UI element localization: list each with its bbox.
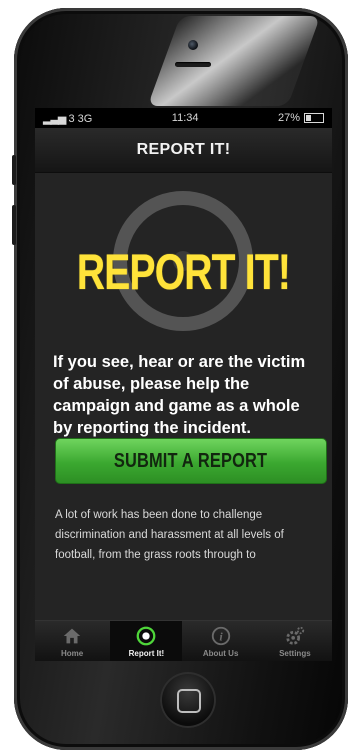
tab-report-it[interactable]: Report It!	[110, 621, 183, 661]
gear-icon	[286, 626, 305, 645]
home-button-icon	[177, 689, 201, 713]
status-time: 11:34	[171, 112, 199, 124]
tab-settings[interactable]: Settings	[259, 621, 331, 661]
submit-report-button[interactable]: SUBMIT A REPORT	[55, 438, 327, 484]
main-content: REPORT IT! If you see, hear or are the v…	[35, 173, 332, 623]
tab-bar: Home Report It! i About Us Settings	[35, 620, 332, 661]
nav-title: REPORT IT!	[136, 141, 231, 158]
volume-up-button	[12, 205, 16, 245]
svg-text:i: i	[219, 629, 223, 643]
tab-home[interactable]: Home	[36, 621, 108, 661]
earpiece-speaker	[175, 62, 211, 67]
signal-carrier: ▂▃▅ 3 3G	[43, 112, 93, 125]
tab-settings-label: Settings	[279, 648, 311, 658]
home-icon	[63, 628, 81, 643]
tab-about-us[interactable]: i About Us	[185, 621, 257, 661]
intro-text: If you see, hear or are the victim of ab…	[53, 353, 306, 437]
battery-indicator: 27%	[278, 112, 324, 124]
screen: ▂▃▅ 3 3G 11:34 27% REPORT IT! REPORT IT!…	[35, 108, 332, 661]
body-text: A lot of work has been done to challenge…	[55, 509, 284, 561]
tab-home-label: Home	[61, 648, 84, 658]
mute-switch	[12, 155, 16, 185]
front-camera	[188, 40, 198, 50]
status-bar: ▂▃▅ 3 3G 11:34 27%	[35, 108, 332, 128]
info-icon: i	[211, 626, 230, 645]
navigation-bar: REPORT IT!	[35, 128, 332, 173]
submit-report-label: SUBMIT A REPORT	[114, 449, 268, 472]
hero-title: REPORT IT!	[76, 244, 291, 300]
phone-glare	[147, 16, 321, 106]
tab-about-us-label: About Us	[202, 648, 239, 658]
hero-banner: REPORT IT!	[35, 173, 332, 363]
target-icon	[136, 626, 156, 645]
battery-icon	[304, 113, 324, 124]
tab-report-it-label: Report It!	[128, 648, 165, 658]
home-button[interactable]	[160, 672, 216, 728]
